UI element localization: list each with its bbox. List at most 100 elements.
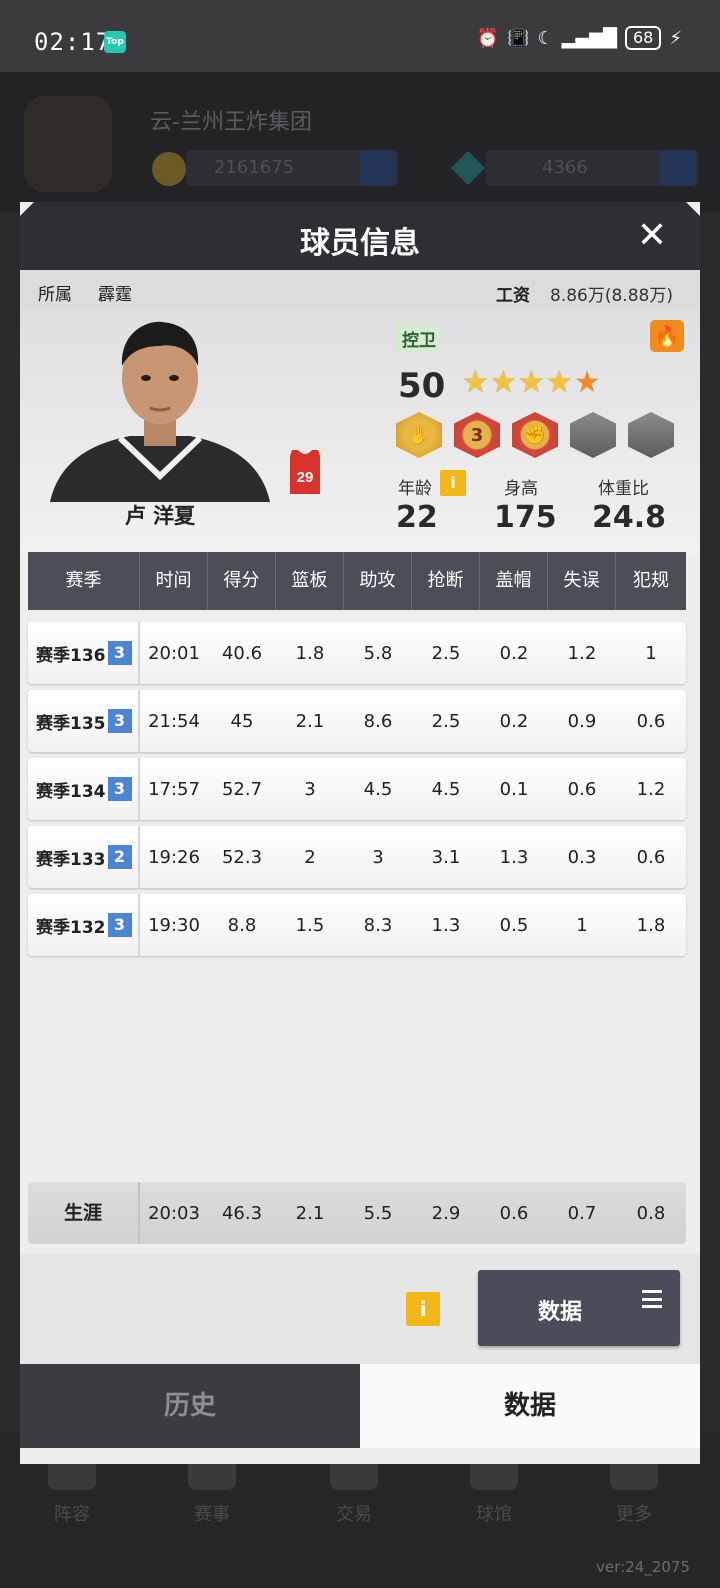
cell-blocks: 0.2 <box>499 710 529 732</box>
fire-icon[interactable]: 🔥 <box>650 320 684 352</box>
weight-ratio-value: 24.8 <box>592 500 667 535</box>
moon-icon: ☾ <box>537 27 554 49</box>
team-salary-bar: 所属 霹霆 工资 8.86万(8.88万) <box>20 270 700 310</box>
career-label: 生涯 <box>28 1182 140 1244</box>
alarm-icon: ⏰ <box>476 27 500 49</box>
table-row[interactable]: 赛季134 3 17:57 52.7 3 4.5 4.5 0.1 0.6 1.2 <box>28 758 686 820</box>
table-row[interactable]: 赛季135 3 21:54 45 2.1 8.6 2.5 0.2 0.9 0.6 <box>28 690 686 752</box>
cell-fouls: 0.6 <box>636 710 666 732</box>
cell-points: 52.7 <box>221 778 263 800</box>
nav-events: 赛事 <box>194 1504 230 1525</box>
menu-icon <box>642 1290 662 1308</box>
info-button[interactable]: i <box>406 1292 440 1326</box>
height-value: 175 <box>494 500 557 535</box>
locked-badge-icon[interactable] <box>570 412 616 458</box>
bottom-tabs: 历史 数据 <box>20 1364 700 1448</box>
table-row[interactable]: 赛季136 3 20:01 40.6 1.8 5.8 2.5 0.2 1.2 1 <box>28 622 686 684</box>
table-row[interactable]: 赛季133 2 19:26 52.3 2 3 3.1 1.3 0.3 0.6 <box>28 826 686 888</box>
cell-assists: 3 <box>372 846 384 868</box>
cell-rebounds: 2 <box>304 846 316 868</box>
season-cell: 赛季134 3 <box>28 758 140 820</box>
star-icon: ★ <box>573 365 601 400</box>
star-rating: ★ ★ ★ ★ ★ <box>462 368 601 398</box>
cell-turnovers: 0.3 <box>567 846 597 868</box>
close-button[interactable]: ✕ <box>632 216 672 256</box>
data-type-dropdown[interactable]: 数据 <box>478 1270 680 1346</box>
cell-steals: 2.5 <box>431 710 461 732</box>
cell-rebounds: 1.8 <box>295 642 325 664</box>
overall-rating: 50 <box>398 366 446 406</box>
add-gems-button <box>660 150 696 186</box>
tier-badge: 3 <box>107 777 132 801</box>
tab-data[interactable]: 数据 <box>360 1364 700 1448</box>
star-icon: ★ <box>489 365 517 400</box>
star-icon: ★ <box>462 365 489 400</box>
cell-fouls: 1 <box>645 642 657 664</box>
battery-icon: 68 <box>625 26 662 50</box>
age-label: 年龄 <box>398 479 432 499</box>
cell-turnovers: 0.9 <box>567 710 597 732</box>
header-rebounds: 篮板 <box>276 552 344 610</box>
system-icons: ⏰ 📳 ☾ ▂▄▆█ 68 ⚡ <box>477 26 682 50</box>
locked-badge-icon[interactable] <box>628 412 674 458</box>
three-point-badge-icon[interactable]: 3 <box>454 412 500 458</box>
cell-time: 19:26 <box>148 846 200 868</box>
cell-points: 52.3 <box>221 846 263 868</box>
cell-points: 8.8 <box>227 914 257 936</box>
cell-assists: 4.5 <box>363 778 393 800</box>
tier-badge: 2 <box>107 845 132 869</box>
nav-arena: 球馆 <box>476 1504 512 1525</box>
skill-badge-icon[interactable]: ✋ <box>396 412 442 458</box>
header-turnovers: 失误 <box>548 552 616 610</box>
nav-trade: 交易 <box>336 1504 372 1525</box>
nav-lineup: 阵容 <box>54 1504 90 1525</box>
cell-turnovers: 1 <box>576 914 588 936</box>
cell-points: 45 <box>230 710 254 732</box>
salary-value: 8.86万(8.88万) <box>550 286 673 306</box>
header-fouls: 犯规 <box>633 570 669 591</box>
charging-icon: ⚡ <box>669 27 682 49</box>
cell-fouls: 1.8 <box>636 914 666 936</box>
vibrate-icon: 📳 <box>507 27 530 49</box>
player-info-modal: 球员信息 ✕ 所属 霹霆 工资 8.86万(8.88万) 29 卢 洋夏 控卫 … <box>20 202 700 1464</box>
team-label: 所属 <box>38 285 72 305</box>
skill-badge-icon[interactable]: ✊ <box>512 412 558 458</box>
modal-title: 球员信息 <box>300 226 420 261</box>
player-name: 卢 洋夏 <box>124 504 196 528</box>
add-coins-button <box>360 150 396 186</box>
position-badge: 控卫 <box>396 324 442 353</box>
cell-rebounds: 3 <box>304 778 316 800</box>
tab-history[interactable]: 历史 <box>20 1364 360 1448</box>
app-notification-icon: Top <box>104 31 126 53</box>
cell-steals: 1.3 <box>431 914 461 936</box>
season-cell: 赛季135 3 <box>28 690 140 752</box>
clock: 02:17 <box>34 28 112 56</box>
background-team-name: 云-兰州王炸集团 <box>150 110 312 135</box>
info-icon[interactable]: i <box>440 470 466 496</box>
cell-assists: 5.8 <box>363 642 393 664</box>
season-label: 赛季133 <box>36 849 106 870</box>
cell-turnovers: 1.2 <box>567 642 597 664</box>
career-points: 46.3 <box>221 1202 263 1224</box>
career-turnovers: 0.7 <box>567 1202 597 1224</box>
player-profile: 29 卢 洋夏 控卫 🔥 50 ★ ★ ★ ★ ★ ✋ 3 ✊ 年龄 i 身高 … <box>20 310 700 554</box>
cell-blocks: 0.5 <box>499 914 529 936</box>
jersey-icon: 29 <box>290 450 320 494</box>
cell-time: 19:30 <box>148 914 200 936</box>
cell-time: 21:54 <box>148 710 200 732</box>
tier-badge: 3 <box>107 913 132 937</box>
cell-fouls: 0.6 <box>636 846 666 868</box>
career-row: 生涯 20:03 46.3 2.1 5.5 2.9 0.6 0.7 0.8 <box>28 1182 686 1244</box>
data-type-label: 数据 <box>537 1300 582 1325</box>
season-label: 赛季135 <box>36 713 106 734</box>
cell-assists: 8.3 <box>363 914 393 936</box>
stats-table-body: 赛季136 3 20:01 40.6 1.8 5.8 2.5 0.2 1.2 1… <box>28 622 686 962</box>
salary-label: 工资 <box>496 286 530 306</box>
season-cell: 赛季133 2 <box>28 826 140 888</box>
table-row[interactable]: 赛季132 3 19:30 8.8 1.5 8.3 1.3 0.5 1 1.8 <box>28 894 686 956</box>
header-blocks: 盖帽 <box>480 552 548 610</box>
season-cell: 赛季132 3 <box>28 894 140 956</box>
cell-fouls: 1.2 <box>636 778 666 800</box>
player-avatar <box>50 321 270 502</box>
status-bar: 02:17 Top ⏰ 📳 ☾ ▂▄▆█ 68 ⚡ <box>0 0 720 72</box>
